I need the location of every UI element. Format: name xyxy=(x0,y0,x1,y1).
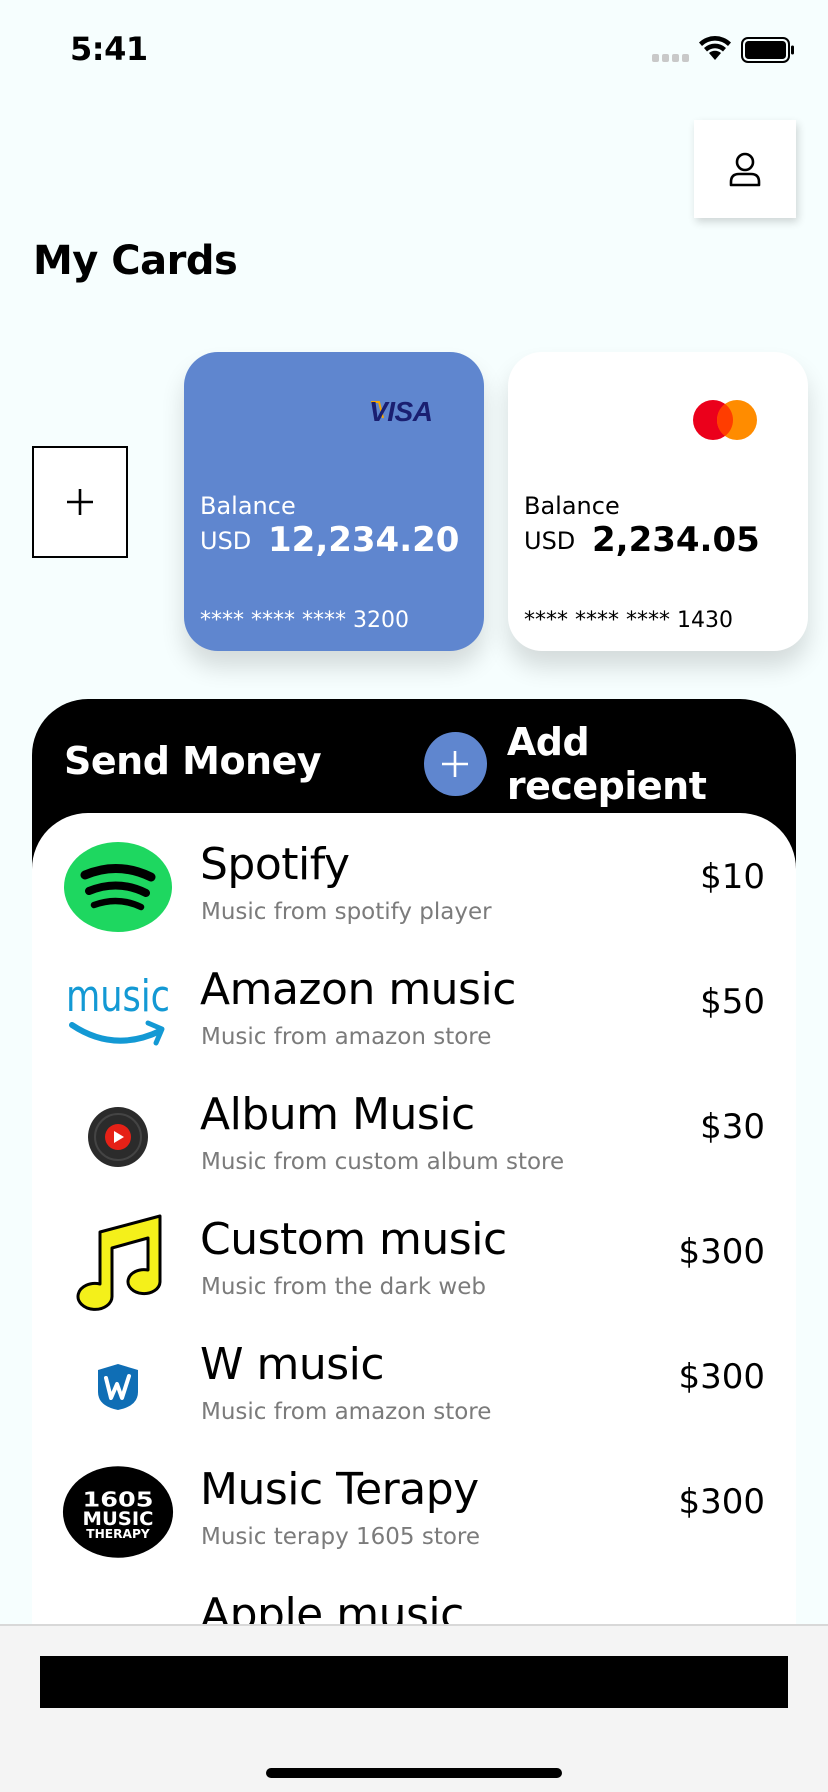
recipient-amount: $50 xyxy=(700,982,765,1022)
mastercard-card[interactable]: Balance USD 2,234.05 **** **** **** 1430 xyxy=(508,352,808,651)
recipient-amount: $300 xyxy=(678,1482,765,1522)
visa-card[interactable]: VISA Balance USD 12,234.20 **** **** ***… xyxy=(184,352,484,651)
recipient-row-custom-music[interactable]: Custom music Music from the dark web $30… xyxy=(32,1204,796,1329)
profile-button[interactable] xyxy=(694,120,796,218)
recipient-amount: $10 xyxy=(700,857,765,897)
add-recipient-label: Add recepient xyxy=(506,720,707,808)
card-balance-amount: 12,234.20 xyxy=(268,520,460,560)
card-balance-amount: 2,234.05 xyxy=(592,520,760,560)
recipient-row-album-music[interactable]: Album Music Music from custom album stor… xyxy=(32,1079,796,1204)
card-currency: USD xyxy=(524,527,576,555)
music-note-icon xyxy=(62,1212,174,1312)
recipient-name: Album Music xyxy=(200,1089,475,1140)
bottom-action-bar[interactable] xyxy=(40,1656,788,1708)
recipient-name: Spotify xyxy=(200,839,350,890)
recipient-amount: $300 xyxy=(678,1357,765,1397)
visa-logo-icon: VISA xyxy=(369,398,433,424)
card-number: **** **** **** 3200 xyxy=(200,608,409,633)
svg-text:music: music xyxy=(66,971,170,1022)
svg-text:1605: 1605 xyxy=(83,1487,154,1511)
recipient-description: Music from amazon store xyxy=(201,1024,492,1050)
card-balance-label: Balance xyxy=(200,492,296,520)
page-title: My Cards xyxy=(33,238,238,284)
wifi-icon xyxy=(699,36,731,60)
battery-icon xyxy=(741,37,794,63)
recipient-amount: $30 xyxy=(700,1107,765,1147)
recipient-name: Custom music xyxy=(200,1214,507,1265)
recipient-amount: $300 xyxy=(678,1232,765,1272)
recipient-description: Music terapy 1605 store xyxy=(201,1524,481,1550)
card-currency: USD xyxy=(200,527,252,555)
spotify-icon xyxy=(62,837,174,937)
recipient-description: Music from the dark web xyxy=(201,1274,486,1300)
amazon-music-icon: music xyxy=(62,962,174,1062)
mastercard-logo-icon xyxy=(693,400,757,440)
recipient-row-spotify[interactable]: Spotify Music from spotify player $10 xyxy=(32,829,796,954)
status-bar: 5:41 xyxy=(0,0,828,100)
add-recipient-circle[interactable] xyxy=(424,732,487,796)
status-time: 5:41 xyxy=(70,30,148,68)
card-number: **** **** **** 1430 xyxy=(524,608,733,633)
recipient-row-w-music[interactable]: W music Music from amazon store $300 xyxy=(32,1329,796,1454)
w-music-icon xyxy=(62,1337,174,1437)
plus-icon xyxy=(442,751,469,777)
add-recipient-button[interactable]: Add recepient xyxy=(424,720,796,808)
recipient-row-music-terapy[interactable]: 1605 MUSIC THERAPY Music Terapy Music te… xyxy=(32,1454,796,1579)
recipient-row-amazon-music[interactable]: music Amazon music Music from amazon sto… xyxy=(32,954,796,1079)
recipient-name: W music xyxy=(200,1339,385,1390)
music-terapy-icon: 1605 MUSIC THERAPY xyxy=(62,1462,174,1562)
recipient-description: Music from custom album store xyxy=(201,1149,565,1175)
card-balance-label: Balance xyxy=(524,492,620,520)
bottom-bar xyxy=(0,1624,828,1792)
recipient-description: Music from amazon store xyxy=(201,1399,492,1425)
album-music-icon xyxy=(62,1087,174,1187)
svg-text:THERAPY: THERAPY xyxy=(86,1527,150,1541)
plus-icon xyxy=(67,489,93,515)
home-indicator[interactable] xyxy=(266,1768,562,1778)
recipient-name: Amazon music xyxy=(200,964,516,1015)
recipient-name: Music Terapy xyxy=(200,1464,479,1515)
svg-text:VISA: VISA xyxy=(369,398,433,424)
signal-icon xyxy=(652,54,692,62)
add-card-button[interactable] xyxy=(32,446,128,558)
recipient-description: Music from spotify player xyxy=(201,899,492,925)
person-icon xyxy=(729,152,761,187)
send-money-title: Send Money xyxy=(64,739,322,783)
